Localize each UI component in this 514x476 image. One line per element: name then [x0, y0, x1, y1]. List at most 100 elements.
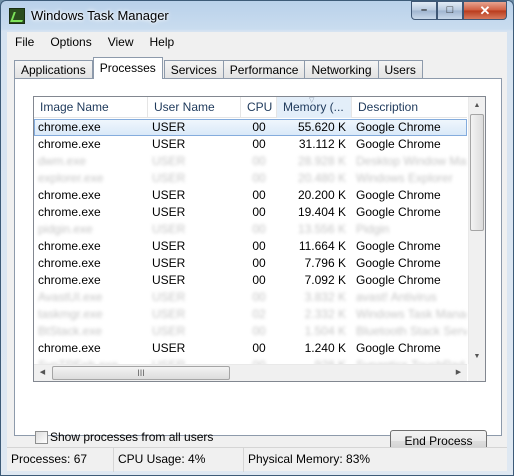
process-memory: 11.664 K — [298, 239, 346, 253]
process-user-name: USER — [152, 341, 186, 355]
vertical-scrollbar[interactable]: ▲ ▼ — [468, 97, 485, 365]
process-cpu: 00 — [252, 341, 266, 355]
tab-services[interactable]: Services — [163, 60, 224, 79]
scroll-up-icon[interactable]: ▲ — [469, 97, 485, 114]
process-row[interactable]: BtStack.exe USER 00 1.504 K Bluetooth Stack … — [34, 323, 467, 340]
process-description: Google Chrome — [356, 205, 441, 219]
menu-help[interactable]: Help — [142, 35, 183, 49]
sort-descending-icon: ▽ — [309, 97, 315, 104]
process-memory: 20.480 K — [297, 171, 346, 185]
tab-processes[interactable]: Processes — [92, 57, 163, 79]
process-row[interactable]: chrome.exe USER 00 19.404 K Google Chrome — [34, 204, 467, 221]
process-row[interactable]: chrome.exe USER 00 31.112 K Google Chrome — [34, 136, 467, 153]
show-all-users-row[interactable]: Show processes from all users — [35, 430, 213, 444]
process-image-name: explorer.exe — [38, 171, 104, 185]
process-memory: 13.556 K — [297, 222, 346, 236]
task-manager-icon — [9, 8, 25, 24]
process-image-name: taskmgr.exe — [38, 307, 103, 321]
tab-performance[interactable]: Performance — [222, 60, 306, 79]
process-user-name: USER — [152, 290, 186, 304]
window-title: Windows Task Manager — [31, 8, 169, 23]
process-cpu: 00 — [252, 137, 266, 151]
process-row[interactable]: chrome.exe USER 00 11.664 K Google Chrome — [34, 238, 467, 255]
process-row[interactable]: chrome.exe USER 00 7.796 K Google Chrome — [34, 255, 467, 272]
column-image-name[interactable]: Image Name — [34, 97, 148, 118]
scroll-right-icon[interactable]: ▶ — [450, 365, 467, 381]
process-image-name: AvastUI.exe — [38, 290, 103, 304]
column-memory[interactable]: ▽ Memory (... — [277, 97, 352, 118]
process-image-name: chrome.exe — [38, 137, 101, 151]
process-row[interactable]: pidgin.exe USER 00 13.556 K Pidgin — [34, 221, 467, 238]
scrollbar-corner — [468, 364, 485, 381]
process-user-name: USER — [152, 137, 186, 151]
process-memory: 3.832 K — [304, 290, 346, 304]
process-user-name: USER — [152, 205, 186, 219]
process-row[interactable]: AvastUI.exe USER 00 3.832 K avast! Antivirus — [34, 289, 467, 306]
minimize-button[interactable]: – — [411, 1, 437, 20]
process-memory: 55.620 K — [297, 120, 346, 134]
process-cpu: 00 — [252, 154, 266, 168]
column-header: Image Name User Name CPU ▽ Memory (... D… — [34, 97, 467, 118]
process-cpu: 00 — [252, 120, 266, 134]
process-row[interactable]: chrome.exe USER 00 55.620 K Google Chrome — [34, 119, 467, 136]
title-bar[interactable]: Windows Task Manager – □ ✕ — [1, 1, 513, 31]
tab-networking[interactable]: Networking — [304, 60, 379, 79]
process-description: Bluetooth Stack Serve — [356, 324, 467, 338]
process-cpu: 00 — [252, 239, 266, 253]
menu-view[interactable]: View — [100, 35, 142, 49]
menu-options[interactable]: Options — [42, 35, 99, 49]
process-image-name: dwm.exe — [38, 154, 87, 168]
process-list[interactable]: Image Name User Name CPU ▽ Memory (... D… — [33, 96, 486, 382]
caption-buttons: – □ ✕ — [411, 1, 507, 21]
process-user-name: USER — [152, 120, 186, 134]
process-user-name: USER — [152, 239, 186, 253]
process-image-name: chrome.exe — [38, 273, 101, 287]
tab-users[interactable]: Users — [377, 60, 423, 79]
process-user-name: USER — [152, 222, 186, 236]
process-user-name: USER — [152, 324, 186, 338]
process-cpu: 00 — [252, 171, 266, 185]
process-cpu: 00 — [252, 273, 266, 287]
scroll-left-icon[interactable]: ◀ — [34, 365, 51, 381]
process-row[interactable]: chrome.exe USER 00 7.092 K Google Chrome — [34, 272, 467, 289]
process-cpu: 00 — [252, 324, 266, 338]
process-image-name: chrome.exe — [38, 239, 101, 253]
vertical-scroll-thumb[interactable] — [470, 114, 484, 231]
process-cpu: 00 — [252, 188, 266, 202]
process-user-name: USER — [152, 256, 186, 270]
process-cpu: 00 — [252, 205, 266, 219]
process-memory: 7.092 K — [304, 273, 346, 287]
process-description: Windows Task Manage — [356, 307, 467, 321]
process-row[interactable]: taskmgr.exe USER 02 2.332 K Windows Task Man… — [34, 306, 467, 323]
show-all-users-checkbox[interactable] — [35, 430, 48, 444]
process-row[interactable]: dwm.exe USER 00 28.928 K Desktop Window Mana — [34, 153, 467, 170]
process-row[interactable]: chrome.exe USER 00 1.240 K Google Chrome — [34, 340, 467, 357]
process-row[interactable]: chrome.exe USER 00 20.200 K Google Chrome — [34, 187, 467, 204]
process-row[interactable]: explorer.exe USER 00 20.480 K Windows Explor… — [34, 170, 467, 187]
maximize-button[interactable]: □ — [437, 1, 463, 20]
column-cpu[interactable]: CPU — [241, 97, 277, 118]
scroll-down-icon[interactable]: ▼ — [469, 348, 485, 365]
processes-panel: Image Name User Name CPU ▽ Memory (... D… — [14, 78, 502, 452]
horizontal-scrollbar[interactable]: ◀ III ▶ — [34, 364, 467, 381]
status-cpu-usage: CPU Usage: 4% — [114, 448, 244, 472]
process-cpu: 02 — [252, 307, 266, 321]
process-description: Google Chrome — [356, 188, 441, 202]
process-description: avast! Antivirus — [356, 290, 437, 304]
tab-strip: Applications Processes Services Performa… — [14, 57, 423, 79]
horizontal-scroll-thumb[interactable]: III — [52, 366, 230, 380]
process-image-name: chrome.exe — [38, 341, 101, 355]
process-description: Windows Explorer — [356, 171, 453, 185]
process-memory: 31.112 K — [298, 137, 346, 151]
show-all-users-label: Show processes from all users — [50, 430, 214, 444]
close-button[interactable]: ✕ — [463, 1, 507, 20]
process-description: Google Chrome — [356, 137, 441, 151]
process-image-name: chrome.exe — [38, 188, 101, 202]
process-image-name: chrome.exe — [38, 120, 101, 134]
process-memory: 20.200 K — [297, 188, 346, 202]
process-image-name: chrome.exe — [38, 205, 101, 219]
column-user-name[interactable]: User Name — [148, 97, 241, 118]
menu-file[interactable]: File — [7, 35, 42, 49]
tab-applications[interactable]: Applications — [14, 60, 93, 79]
column-description[interactable]: Description — [352, 97, 467, 118]
